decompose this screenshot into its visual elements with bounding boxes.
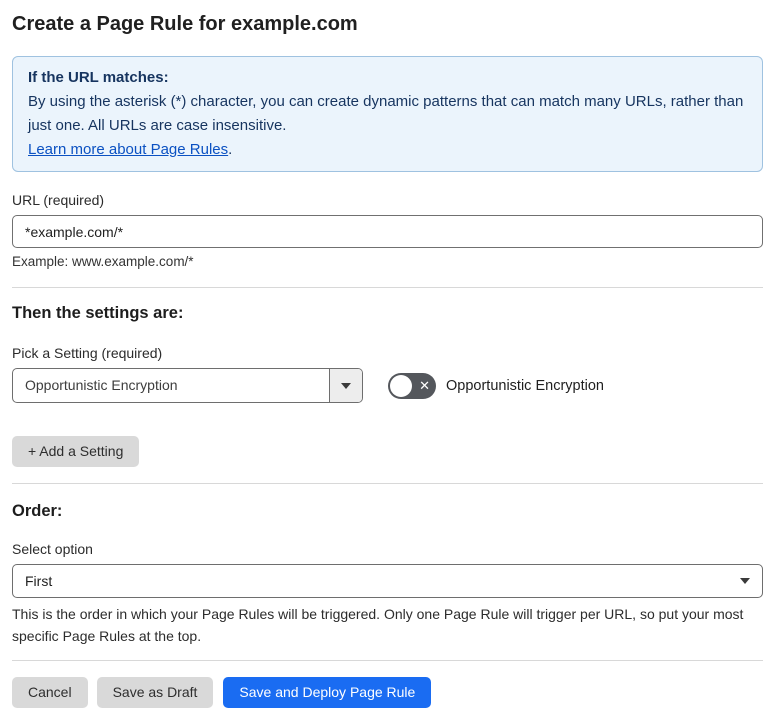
order-select[interactable]: First — [12, 564, 763, 598]
divider — [12, 660, 763, 661]
caret-down-icon — [740, 578, 750, 584]
cancel-button[interactable]: Cancel — [12, 677, 88, 708]
settings-section-heading: Then the settings are: — [12, 304, 184, 322]
divider — [12, 287, 763, 288]
setting-dropdown[interactable]: Opportunistic Encryption — [12, 368, 363, 403]
save-draft-button[interactable]: Save as Draft — [96, 677, 214, 708]
setting-row: Opportunistic Encryption ✕ Opportunistic… — [12, 368, 763, 403]
url-input[interactable] — [12, 215, 763, 248]
info-box-body: By using the asterisk (*) character, you… — [28, 93, 744, 134]
footer-actions: Cancel Save as Draft Save and Deploy Pag… — [12, 677, 763, 708]
url-label: URL (required) — [12, 192, 105, 208]
setting-dropdown-value: Opportunistic Encryption — [25, 377, 178, 393]
x-icon: ✕ — [419, 377, 430, 393]
caret-down-icon — [341, 382, 351, 389]
info-box-heading: If the URL matches: — [28, 69, 169, 86]
info-box-link-line: Learn more about Page Rules. — [28, 138, 747, 162]
select-option-label: Select option — [12, 541, 93, 557]
opportunistic-encryption-toggle[interactable]: ✕ — [388, 372, 436, 399]
url-match-info-box: If the URL matches: By using the asteris… — [12, 56, 763, 172]
add-setting-button[interactable]: + Add a Setting — [12, 436, 140, 467]
divider — [12, 483, 763, 484]
learn-more-link[interactable]: Learn more about Page Rules — [28, 141, 228, 158]
toggle-knob — [390, 374, 412, 397]
page-rule-form: Create a Page Rule for example.com If th… — [0, 0, 775, 708]
link-period: . — [228, 141, 233, 158]
toggle-label: Opportunistic Encryption — [446, 377, 604, 394]
pick-setting-label: Pick a Setting (required) — [12, 345, 163, 361]
setting-dropdown-button[interactable] — [329, 369, 362, 402]
order-help-text: This is the order in which your Page Rul… — [12, 606, 744, 644]
url-example-text: Example: www.example.com/* — [12, 254, 194, 269]
order-section-heading: Order: — [12, 502, 63, 520]
save-deploy-button[interactable]: Save and Deploy Page Rule — [223, 677, 432, 708]
order-select-value: First — [25, 573, 53, 589]
page-title: Create a Page Rule for example.com — [12, 13, 358, 35]
